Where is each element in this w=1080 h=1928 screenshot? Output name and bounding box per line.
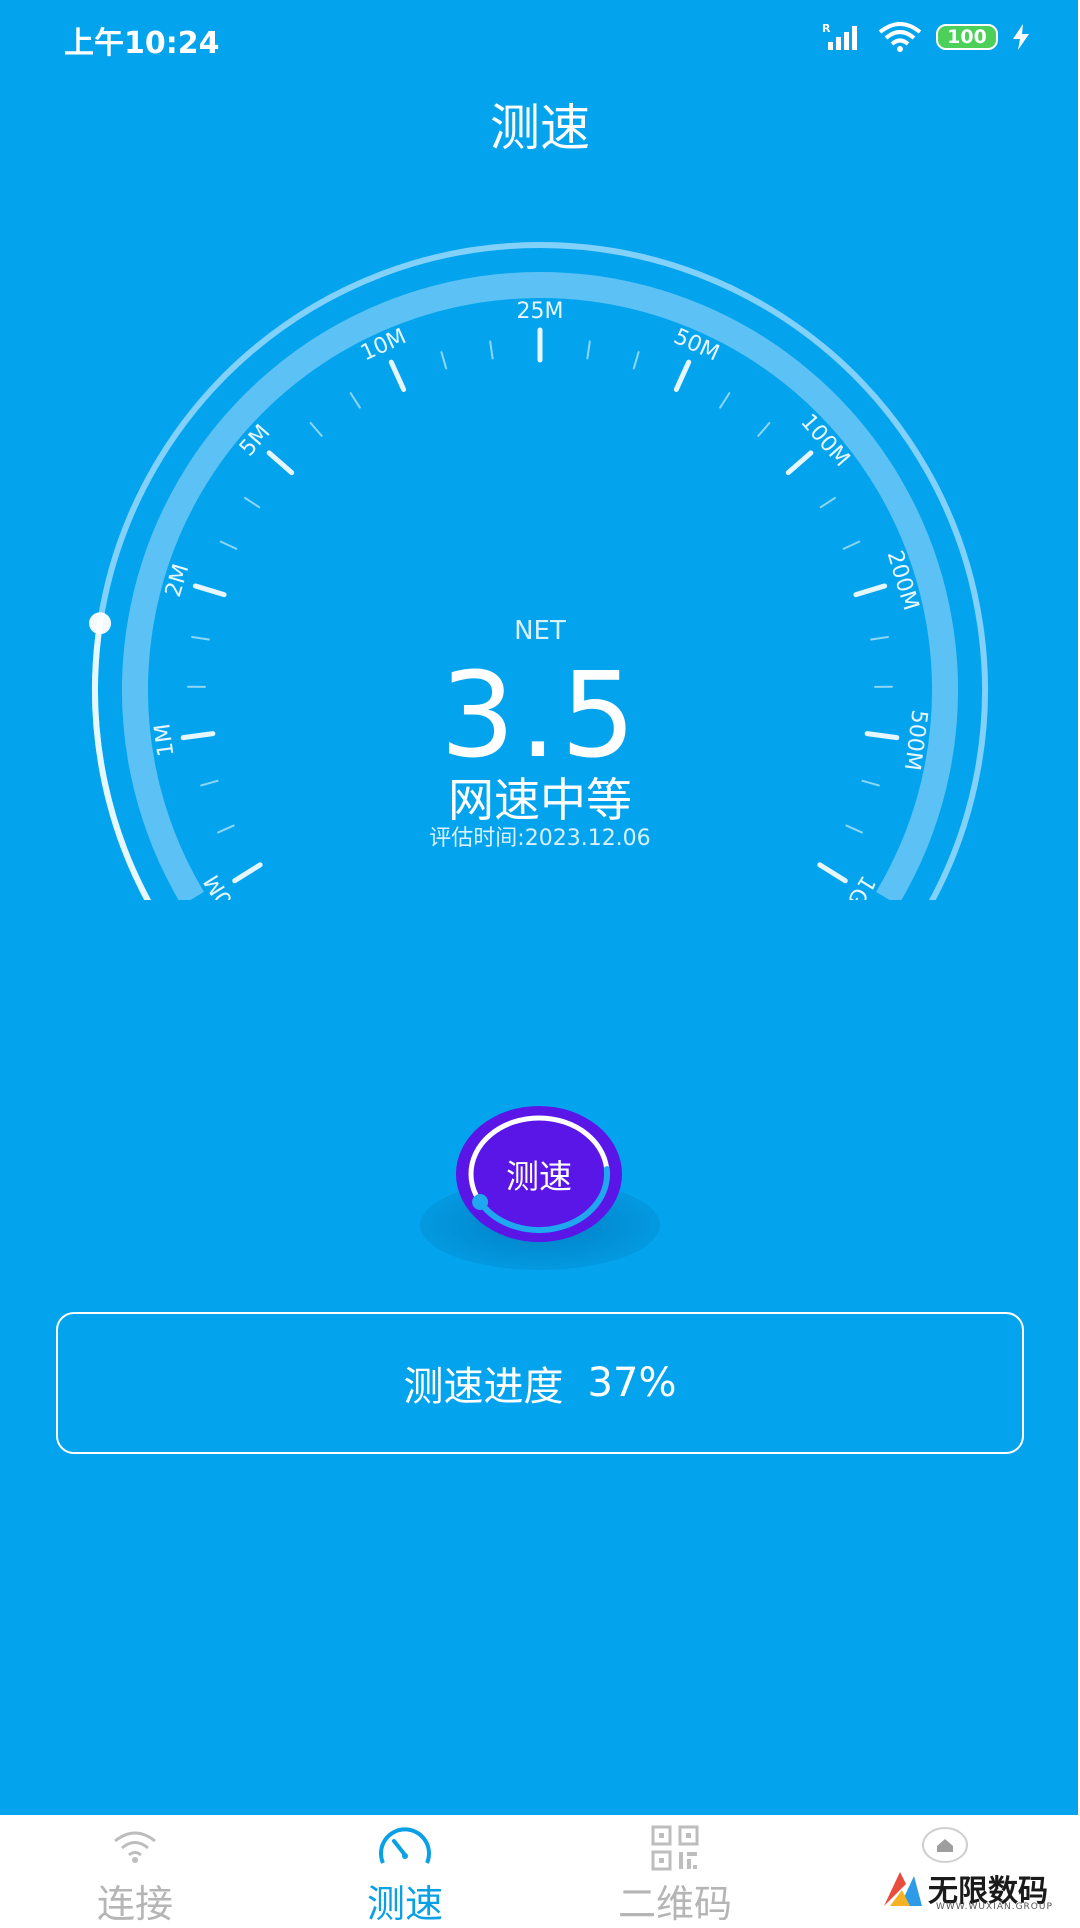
home-icon — [920, 1825, 970, 1865]
speed-test-button-label: 测速 — [456, 1106, 622, 1242]
tab-speed-test[interactable]: 测速 — [270, 1815, 540, 1920]
speed-test-button[interactable]: 测速 — [456, 1106, 622, 1242]
gauge-minor-tick — [634, 352, 639, 368]
gauge-major-tick — [235, 865, 260, 881]
gauge-minor-tick — [490, 342, 492, 359]
gauge-scale-label: 25M — [517, 299, 564, 324]
gauge-minor-tick — [720, 393, 729, 407]
watermark-logo: 无限数码 WWW.WUXIAN.GROUP — [880, 1862, 1070, 1918]
progress-label: 测速进度 — [404, 1354, 564, 1412]
gauge-scale-label: 1G — [842, 871, 880, 900]
gauge-minor-tick — [311, 423, 322, 436]
gauge-major-tick — [856, 586, 885, 595]
gauge-major-tick — [269, 453, 292, 473]
speedometer-icon — [377, 1825, 433, 1869]
tab-connect[interactable]: 连接 — [0, 1815, 270, 1920]
bottom-nav: 连接 测速 二维码 — [0, 1815, 1078, 1920]
gauge-major-tick — [195, 586, 224, 595]
gauge-net-label: NET — [0, 616, 1080, 646]
watermark-subtext: WWW.WUXIAN.GROUP — [936, 1902, 1053, 1912]
logo-icon — [880, 1866, 926, 1912]
gauge-minor-tick — [245, 498, 259, 507]
qr-code-icon — [651, 1825, 699, 1871]
tab-qr-code[interactable]: 二维码 — [540, 1815, 810, 1920]
gauge-minor-tick — [758, 423, 769, 436]
wifi-icon — [110, 1825, 160, 1865]
test-progress: 测速进度 37% — [56, 1312, 1024, 1454]
gauge-major-tick — [788, 453, 811, 473]
gauge-major-tick — [676, 362, 688, 389]
gauge-minor-tick — [221, 542, 236, 549]
gauge-major-tick — [820, 865, 845, 881]
gauge-minor-tick — [351, 393, 360, 407]
gauge-scale-label: 0M — [200, 870, 239, 900]
gauge-minor-tick — [441, 352, 446, 368]
speed-value: 3.5 — [0, 650, 1080, 780]
gauge-minor-tick — [821, 498, 835, 507]
progress-value: 37% — [588, 1360, 677, 1406]
evaluation-date: 评估时间:2023.12.06 — [0, 820, 1080, 852]
gauge-minor-tick — [587, 342, 589, 359]
gauge-major-tick — [391, 362, 403, 389]
gauge-minor-tick — [844, 542, 859, 549]
app-screen: 上午10:24 R 100 测速 0M1M2M5M10M25M50M100M20… — [0, 0, 1080, 1815]
